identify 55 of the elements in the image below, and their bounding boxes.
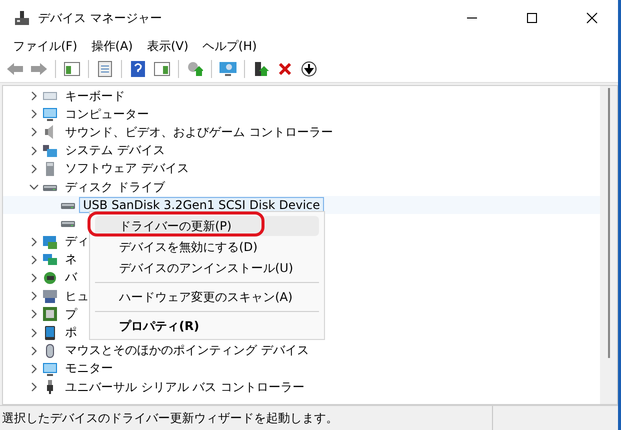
expand-icon[interactable] [29, 91, 39, 102]
system-icon [42, 142, 58, 159]
battery-icon [42, 270, 58, 286]
expand-icon[interactable] [29, 346, 39, 356]
tree-item[interactable]: ディ [61, 232, 93, 252]
collapse-icon[interactable] [29, 182, 39, 192]
monitor-icon [42, 106, 58, 122]
context-menu-item[interactable]: デバイスのアンインストール(U) [95, 258, 319, 278]
tree-item[interactable]: システム デバイス [61, 141, 169, 160]
window-title: デバイス マネージャー [38, 10, 163, 26]
expand-icon[interactable] [29, 146, 39, 156]
menu-item[interactable]: 操作(A) [86, 38, 138, 54]
tree-item[interactable]: ネ [61, 250, 81, 270]
context-menu-item[interactable]: プロパティ(R) [95, 311, 319, 336]
close-icon [586, 12, 598, 24]
expand-icon[interactable] [29, 236, 39, 247]
tree-item[interactable]: モニター [61, 359, 117, 378]
device-manager-icon [14, 10, 30, 26]
expand-icon[interactable] [29, 109, 39, 120]
monitor-icon [42, 360, 58, 377]
expand-icon[interactable] [29, 291, 39, 302]
expand-icon[interactable] [29, 164, 39, 174]
tree-item[interactable]: コンピューター [61, 104, 153, 124]
expand-icon[interactable] [29, 127, 39, 138]
tree-item[interactable]: ソフトウェア デバイス [61, 159, 193, 178]
tree-item[interactable]: サウンド、ビデオ、およびゲーム コントローラー [61, 122, 337, 142]
tree-item[interactable]: プ [61, 304, 81, 324]
menu-item[interactable]: ヘルプ(H) [197, 38, 262, 54]
tree-item[interactable]: ヒュ [61, 286, 93, 306]
tree-item[interactable]: ポ [61, 323, 81, 342]
context-menu-item[interactable]: ドライバーの更新(P) [95, 216, 319, 236]
cross-icon [278, 62, 292, 76]
scrollbar[interactable] [600, 86, 617, 404]
expand-icon[interactable] [29, 309, 39, 320]
maximize-icon [526, 12, 538, 24]
display-adapter-icon [42, 234, 58, 250]
expand-icon[interactable] [29, 364, 39, 374]
tree-item[interactable]: ディスク ドライブ [61, 178, 169, 197]
expand-icon[interactable] [29, 382, 39, 392]
chip-icon [42, 306, 58, 322]
tree-item[interactable]: バ [61, 268, 81, 288]
context-menu-item[interactable]: ハードウェア変更のスキャン(A) [95, 282, 319, 307]
menu-item[interactable]: 表示(V) [142, 38, 194, 54]
keypad-icon [42, 288, 58, 304]
tree-item[interactable]: キーボード [61, 86, 129, 106]
expand-icon[interactable] [29, 328, 39, 338]
expand-icon[interactable] [29, 272, 39, 283]
status-text: 選択したデバイスのドライバー更新ウィザードを起動します。 [0, 406, 493, 430]
tree-item[interactable]: マウスとそのほかのポインティング デバイス [61, 341, 313, 360]
tree-item[interactable]: ユニバーサル シリアル バス コントローラー [61, 378, 308, 397]
menu-item[interactable]: ファイル(F) [8, 38, 82, 54]
context-menu-item[interactable]: デバイスを無効にする(D) [95, 237, 319, 257]
network-icon [42, 252, 58, 268]
expand-icon[interactable] [29, 254, 39, 265]
port-icon [42, 324, 58, 341]
